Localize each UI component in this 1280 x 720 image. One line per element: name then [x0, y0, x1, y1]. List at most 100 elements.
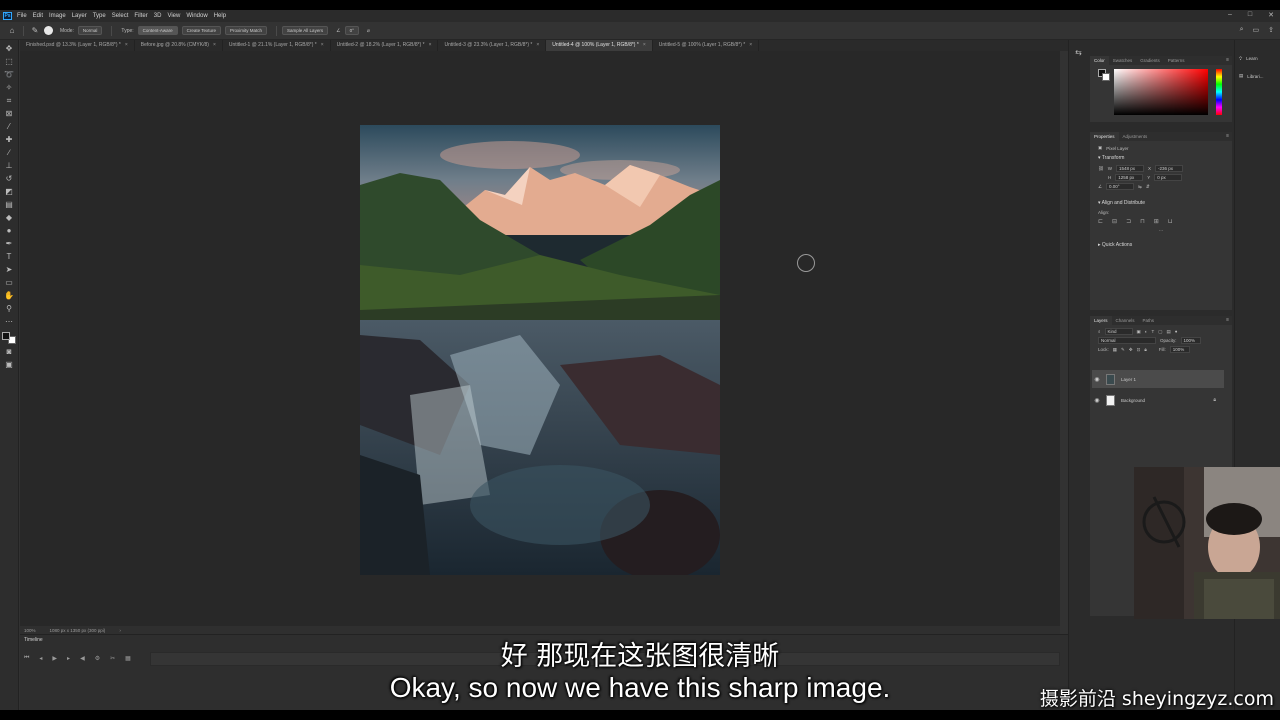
close-tab-icon[interactable]: ×: [536, 40, 539, 51]
menu-view[interactable]: View: [167, 13, 180, 19]
panel-menu-icon[interactable]: ≡: [1226, 317, 1229, 323]
brush-preset-picker[interactable]: [44, 26, 53, 35]
eyedropper-tool-icon[interactable]: ⁄: [3, 122, 15, 132]
type-filter-icon[interactable]: T: [1152, 329, 1155, 334]
menu-select[interactable]: Select: [112, 13, 129, 19]
flip-vertical-icon[interactable]: ⇵: [1146, 184, 1150, 190]
transform-section-title[interactable]: ▾ Transform: [1090, 152, 1232, 164]
pen-tool-icon[interactable]: ✒: [3, 239, 15, 249]
menu-filter[interactable]: Filter: [134, 13, 147, 19]
eraser-tool-icon[interactable]: ◩: [3, 187, 15, 197]
tab-paths[interactable]: Paths: [1139, 316, 1159, 325]
sample-all-layers-checkbox[interactable]: Sample All Layers: [282, 26, 329, 35]
frame-tool-icon[interactable]: ⊠: [3, 109, 15, 119]
move-tool-icon[interactable]: ✥: [3, 44, 15, 54]
more-options-icon[interactable]: ⋯: [1090, 227, 1232, 235]
lock-artboard-icon[interactable]: ⊡: [1137, 347, 1141, 353]
marquee-tool-icon[interactable]: ⬚: [3, 57, 15, 67]
close-tab-icon[interactable]: ×: [643, 40, 646, 51]
tab-layers[interactable]: Layers: [1090, 316, 1112, 325]
close-tab-icon[interactable]: ×: [213, 40, 216, 51]
align-left-icon[interactable]: ⊏: [1098, 218, 1103, 225]
align-section-title[interactable]: ▾ Align and Distribute: [1090, 197, 1232, 209]
height-input[interactable]: 1258 px: [1115, 174, 1144, 181]
menu-help[interactable]: Help: [214, 13, 226, 19]
menu-edit[interactable]: Edit: [33, 13, 43, 19]
gradient-tool-icon[interactable]: ▤: [3, 200, 15, 210]
filter-toggle-icon[interactable]: ●: [1175, 329, 1178, 334]
document-tab[interactable]: Untitled-2 @ 18.2% (Layer 1, RGB/8*) * ×: [331, 40, 439, 51]
blur-tool-icon[interactable]: ◆: [3, 213, 15, 223]
angle-input[interactable]: 0°: [344, 26, 359, 35]
clone-stamp-tool-icon[interactable]: ⊥: [3, 161, 15, 171]
background-color-swatch[interactable]: [1102, 73, 1110, 81]
tab-adjustments[interactable]: Adjustments: [1119, 132, 1152, 141]
smart-object-filter-icon[interactable]: ▤: [1167, 329, 1171, 335]
lock-all-icon[interactable]: 🔒︎: [1144, 347, 1146, 352]
history-icon[interactable]: ⇆: [1069, 48, 1088, 57]
hue-slider[interactable]: [1216, 69, 1222, 115]
tab-color[interactable]: Color: [1090, 56, 1109, 65]
spot-healing-brush-icon[interactable]: ✎: [29, 26, 41, 36]
search-icon[interactable]: ⌕: [1240, 26, 1244, 34]
eye-icon[interactable]: ◉: [1092, 376, 1102, 383]
zoom-tool-icon[interactable]: ⚲: [3, 304, 15, 314]
path-selection-tool-icon[interactable]: ➤: [3, 265, 15, 275]
type-tool-icon[interactable]: T: [3, 252, 15, 262]
menu-image[interactable]: Image: [49, 13, 66, 19]
color-swatches[interactable]: [2, 332, 16, 344]
document-canvas-image[interactable]: [360, 125, 720, 575]
hand-tool-icon[interactable]: ✋: [3, 291, 15, 301]
magic-wand-tool-icon[interactable]: ✧: [3, 83, 15, 93]
zoom-level[interactable]: 100%: [24, 628, 36, 633]
proximity-match-button[interactable]: Proximity Match: [225, 26, 268, 35]
layer-row-layer-1[interactable]: ◉ Layer 1: [1092, 370, 1224, 388]
canvas-area[interactable]: [20, 51, 1060, 626]
width-input[interactable]: 1548 px: [1115, 165, 1144, 172]
crop-tool-icon[interactable]: ⌗: [3, 96, 15, 106]
lock-image-icon[interactable]: ✎: [1121, 347, 1125, 353]
panel-menu-icon[interactable]: ≡: [1226, 133, 1229, 139]
adjustment-filter-icon[interactable]: ◐: [1145, 329, 1148, 334]
dodge-tool-icon[interactable]: ●: [3, 226, 15, 236]
tab-gradients[interactable]: Gradients: [1136, 56, 1164, 65]
close-tab-icon[interactable]: ×: [321, 40, 324, 51]
healing-brush-tool-icon[interactable]: ✚: [3, 135, 15, 145]
rectangle-tool-icon[interactable]: ▭: [3, 278, 15, 288]
lasso-tool-icon[interactable]: ➰: [3, 70, 15, 80]
menu-layer[interactable]: Layer: [72, 13, 87, 19]
tab-properties[interactable]: Properties: [1090, 132, 1119, 141]
pixel-filter-icon[interactable]: ▣: [1137, 329, 1141, 335]
close-tab-icon[interactable]: ×: [749, 40, 752, 51]
kind-filter-select[interactable]: Kind: [1104, 328, 1133, 335]
align-top-icon[interactable]: ⊓: [1140, 218, 1145, 225]
home-icon[interactable]: ⌂: [6, 26, 18, 36]
document-tab[interactable]: Untitled-1 @ 21.1% (Layer 1, RGB/8*) * ×: [223, 40, 331, 51]
more-tools-icon[interactable]: ⋯: [3, 317, 15, 327]
panel-menu-icon[interactable]: ≡: [1226, 57, 1229, 63]
align-right-icon[interactable]: ⊐: [1126, 218, 1131, 225]
libraries-button[interactable]: ▤ Librari...: [1235, 67, 1280, 85]
menu-window[interactable]: Window: [186, 13, 207, 19]
history-brush-tool-icon[interactable]: ↺: [3, 174, 15, 184]
document-tab[interactable]: Finished.psd @ 13.3% (Layer 1, RGB/8*) *…: [20, 40, 135, 51]
menu-file[interactable]: File: [17, 13, 27, 19]
document-tab-active[interactable]: Untitled-4 @ 100% (Layer 1, RGB/8*) * ×: [546, 40, 653, 51]
y-input[interactable]: 0 px: [1154, 174, 1183, 181]
create-texture-button[interactable]: Create Texture: [181, 26, 222, 35]
menu-3d[interactable]: 3D: [154, 13, 162, 19]
fill-input[interactable]: 100%: [1169, 346, 1190, 353]
minimize-icon[interactable]: –: [1228, 11, 1232, 19]
opacity-input[interactable]: 100%: [1180, 337, 1201, 344]
maximize-icon[interactable]: □: [1248, 11, 1252, 19]
chevron-right-icon[interactable]: ›: [119, 628, 121, 633]
quick-mask-icon[interactable]: ◙: [3, 347, 15, 357]
tab-swatches[interactable]: Swatches: [1109, 56, 1137, 65]
flip-horizontal-icon[interactable]: ⇋: [1138, 184, 1142, 190]
brush-tool-icon[interactable]: ∕: [3, 148, 15, 158]
close-icon[interactable]: ✕: [1268, 11, 1274, 19]
angle-input[interactable]: 0.00°: [1106, 183, 1135, 190]
shape-filter-icon[interactable]: ▢: [1158, 329, 1162, 335]
content-aware-button[interactable]: Content-Aware: [137, 26, 178, 35]
lock-position-icon[interactable]: ✥: [1129, 347, 1133, 353]
